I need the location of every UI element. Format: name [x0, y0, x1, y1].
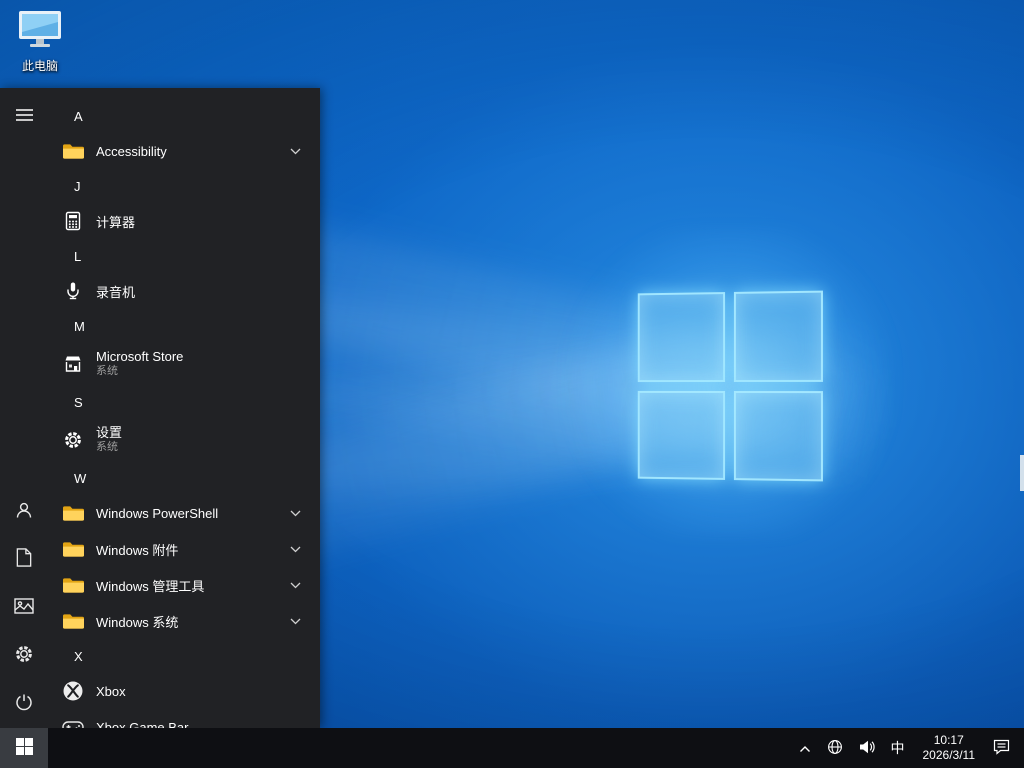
section-header-x[interactable]: X	[48, 639, 320, 673]
gear-icon	[14, 644, 34, 667]
screen-edge-scrollbar	[1020, 455, 1024, 491]
app-item-label: Xbox	[96, 684, 126, 699]
settings-button[interactable]	[0, 631, 48, 679]
game-bar-icon	[60, 714, 86, 728]
document-icon	[16, 548, 32, 570]
tray-overflow-button[interactable]	[791, 728, 819, 768]
action-center-button[interactable]	[985, 728, 1018, 768]
calculator-icon	[60, 208, 86, 234]
expand-menu-button[interactable]	[0, 92, 48, 140]
pictures-button[interactable]	[0, 583, 48, 631]
app-item-label: Accessibility	[96, 144, 167, 159]
xbox-icon	[60, 678, 86, 704]
chevron-down-icon	[290, 618, 301, 625]
clock[interactable]: 10:17 2026/3/11	[913, 728, 986, 768]
start-button[interactable]	[0, 728, 48, 768]
chevron-down-icon	[290, 510, 301, 517]
time-text: 10:17	[934, 733, 964, 748]
user-icon	[14, 500, 34, 523]
section-header-a[interactable]: A	[48, 99, 320, 133]
folder-icon	[60, 536, 86, 562]
app-item-windows-powershell[interactable]: Windows PowerShell	[48, 495, 320, 531]
desktop: 此电脑	[0, 0, 1024, 768]
action-center-icon	[993, 739, 1010, 758]
app-item-texts: 设置 系统	[96, 425, 122, 455]
power-icon	[15, 693, 33, 714]
globe-network-icon	[827, 739, 843, 758]
desktop-icon-this-pc[interactable]: 此电脑	[8, 10, 72, 74]
system-tray: 中 10:17 2026/3/11	[791, 728, 1024, 768]
folder-icon	[60, 572, 86, 598]
hamburger-icon	[16, 108, 33, 125]
app-item-xbox[interactable]: Xbox	[48, 673, 320, 709]
section-header-m[interactable]: M	[48, 309, 320, 343]
date-text: 2026/3/11	[923, 748, 976, 763]
chevron-down-icon	[290, 148, 301, 155]
app-item-texts: Microsoft Store 系统	[96, 349, 183, 379]
app-item-microsoft-store[interactable]: Microsoft Store 系统	[48, 343, 320, 385]
app-item-label: 录音机	[96, 282, 135, 301]
gear-icon	[60, 427, 86, 453]
app-item-settings[interactable]: 设置 系统	[48, 419, 320, 461]
app-item-windows-accessories[interactable]: Windows 附件	[48, 531, 320, 567]
speaker-icon	[859, 740, 875, 757]
network-button[interactable]	[819, 728, 851, 768]
section-header-l[interactable]: L	[48, 239, 320, 273]
user-account-button[interactable]	[0, 487, 48, 535]
pictures-icon	[14, 598, 34, 617]
ime-indicator[interactable]: 中	[883, 728, 913, 768]
start-menu: A Accessibility J 计算器 L	[0, 88, 320, 728]
chevron-up-icon	[799, 741, 811, 756]
app-item-accessibility[interactable]: Accessibility	[48, 133, 320, 169]
folder-icon	[60, 138, 86, 164]
chevron-down-icon	[290, 582, 301, 589]
this-pc-icon	[17, 37, 63, 54]
windows-logo-icon	[16, 738, 33, 758]
rail-bottom-group	[0, 487, 48, 727]
volume-button[interactable]	[851, 728, 883, 768]
folder-icon	[60, 608, 86, 634]
desktop-icon-label: 此电脑	[8, 57, 72, 74]
app-item-windows-admin-tools[interactable]: Windows 管理工具	[48, 567, 320, 603]
app-item-label: 计算器	[96, 212, 135, 231]
app-item-windows-system[interactable]: Windows 系统	[48, 603, 320, 639]
section-header-s[interactable]: S	[48, 385, 320, 419]
section-header-w[interactable]: W	[48, 461, 320, 495]
chevron-down-icon	[290, 546, 301, 553]
app-item-xbox-game-bar[interactable]: Xbox Game Bar	[48, 709, 320, 728]
start-menu-rail	[0, 88, 48, 728]
microphone-icon	[60, 278, 86, 304]
folder-icon	[60, 500, 86, 526]
section-header-j[interactable]: J	[48, 169, 320, 203]
app-item-label: Windows 管理工具	[96, 576, 204, 595]
taskbar: 中 10:17 2026/3/11	[0, 728, 1024, 768]
app-item-sublabel: 系统	[96, 364, 183, 379]
app-item-sublabel: 系统	[96, 440, 122, 455]
app-item-voice-recorder[interactable]: 录音机	[48, 273, 320, 309]
documents-button[interactable]	[0, 535, 48, 583]
app-item-label: Windows 附件	[96, 540, 178, 559]
app-item-label: Windows 系统	[96, 612, 178, 631]
app-item-label: Windows PowerShell	[96, 506, 218, 521]
power-button[interactable]	[0, 679, 48, 727]
app-item-label: Xbox Game Bar	[96, 720, 189, 729]
app-item-calculator[interactable]: 计算器	[48, 203, 320, 239]
store-icon	[60, 351, 86, 377]
start-menu-app-list: A Accessibility J 计算器 L	[48, 88, 320, 728]
app-item-label: Microsoft Store	[96, 349, 183, 364]
app-item-label: 设置	[96, 425, 122, 440]
